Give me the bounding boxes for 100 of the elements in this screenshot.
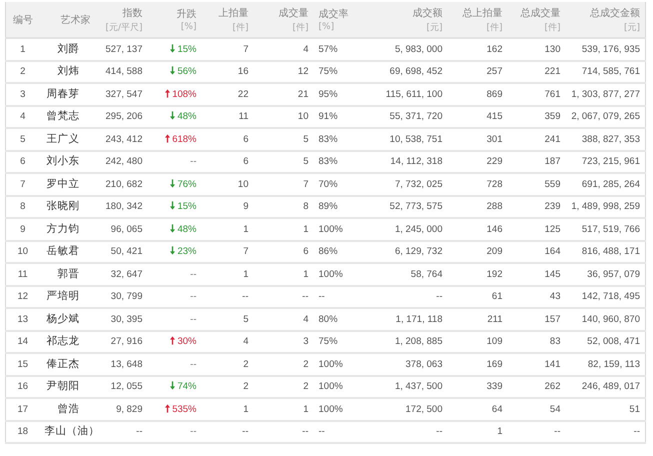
table-cell: 517, 519, 766 bbox=[582, 224, 640, 235]
table-cell: -- bbox=[436, 426, 442, 438]
table-cell: 246, 489, 017 bbox=[582, 381, 640, 392]
table-cell: 83% bbox=[318, 134, 338, 145]
table-cell: -- bbox=[302, 291, 308, 302]
table-cell: 30, 395 bbox=[110, 314, 142, 325]
table-cell: 2 bbox=[243, 381, 248, 392]
table-cell: -- bbox=[242, 291, 248, 302]
table-cell: 58, 764 bbox=[410, 268, 442, 280]
artist-name: 罗中立 bbox=[46, 178, 80, 190]
table-cell: 169 bbox=[486, 358, 502, 370]
table-cell: 192 bbox=[486, 268, 502, 280]
up-arrow-icon bbox=[165, 88, 170, 98]
table-cell: 9, 829 bbox=[116, 404, 142, 415]
table-cell: 1 bbox=[303, 224, 308, 235]
table-cell: 241 bbox=[544, 134, 560, 145]
table-cell: 1 bbox=[243, 268, 248, 280]
table-cell: 5 bbox=[20, 134, 26, 145]
table-cell: 714, 585, 761 bbox=[582, 66, 640, 78]
table-cell: 221 bbox=[544, 66, 560, 78]
change-value: 30% bbox=[170, 336, 196, 348]
table-cell: 1 bbox=[243, 404, 248, 415]
down-arrow-icon bbox=[170, 178, 176, 188]
column-header: 上拍量 [件] bbox=[202, 2, 254, 38]
change-value: -- bbox=[190, 291, 196, 302]
column-header: 成交率 [%] bbox=[314, 2, 368, 38]
change-value: -- bbox=[190, 358, 196, 370]
table-cell: 301 bbox=[486, 134, 502, 145]
table-cell: 162 bbox=[486, 44, 502, 55]
table-cell: 10 bbox=[17, 246, 28, 258]
table-cell: 1, 171, 118 bbox=[396, 314, 442, 325]
down-arrow-icon bbox=[170, 224, 176, 233]
artist-name: 刘小东 bbox=[46, 155, 80, 168]
change-value: 74% bbox=[170, 381, 196, 392]
down-arrow-icon bbox=[170, 111, 176, 120]
change-value: 618% bbox=[165, 134, 196, 145]
table-cell: 54 bbox=[550, 404, 560, 415]
table-cell: 4 bbox=[243, 336, 248, 348]
artist-name: 张晓刚 bbox=[46, 200, 80, 212]
table-cell: 16 bbox=[238, 66, 248, 78]
artist-name: 祁志龙 bbox=[46, 335, 80, 348]
table-cell: 6 bbox=[20, 156, 26, 168]
table-cell: 239 bbox=[544, 201, 560, 212]
table-cell: 142, 718, 495 bbox=[582, 291, 640, 302]
column-header: 指数 [元/平尺] bbox=[96, 2, 148, 38]
change-value: 56% bbox=[170, 66, 196, 78]
table-cell: 32, 647 bbox=[110, 268, 142, 280]
table-cell: 9 bbox=[20, 224, 26, 235]
table-cell: 80% bbox=[318, 314, 338, 325]
table-cell: 211 bbox=[487, 314, 502, 325]
change-value: 15% bbox=[170, 44, 196, 55]
table-cell: 243, 412 bbox=[106, 134, 142, 145]
artist-name: 王广义 bbox=[46, 132, 80, 145]
change-value: -- bbox=[190, 268, 196, 280]
artist-name: 曾浩 bbox=[58, 402, 80, 415]
table-cell: 57% bbox=[318, 44, 338, 55]
table-cell: 75% bbox=[318, 66, 338, 78]
table-cell: 83% bbox=[318, 156, 338, 168]
table-cell: 3 bbox=[303, 336, 308, 348]
table-cell: 761 bbox=[544, 88, 560, 100]
change-value: 76% bbox=[170, 178, 196, 190]
table-cell: 146 bbox=[486, 224, 502, 235]
table-cell: 12 bbox=[17, 291, 28, 302]
down-arrow-icon bbox=[170, 44, 176, 53]
column-header: 总上拍量 [件] bbox=[448, 2, 508, 38]
table-cell: 4 bbox=[303, 314, 308, 325]
table-cell: 21 bbox=[298, 88, 308, 100]
table-cell: 7 bbox=[303, 178, 308, 190]
column-header: 艺术家 bbox=[40, 2, 96, 38]
table-cell: -- bbox=[318, 291, 325, 302]
table-cell: 869 bbox=[486, 88, 502, 100]
table-cell: 210, 682 bbox=[106, 178, 142, 190]
artist-name: 刘爵 bbox=[58, 42, 80, 55]
table-cell: 89% bbox=[318, 201, 338, 212]
table-cell: -- bbox=[318, 426, 325, 438]
table-cell: 10 bbox=[298, 111, 308, 122]
table-cell: 6, 129, 732 bbox=[394, 246, 442, 258]
table-cell: 414, 588 bbox=[106, 66, 142, 78]
down-arrow-icon bbox=[170, 66, 176, 76]
artist-name: 杨少斌 bbox=[46, 312, 80, 325]
table-cell: 7, 732, 025 bbox=[394, 178, 442, 190]
table-cell: 1 bbox=[303, 268, 308, 280]
table-cell: 11 bbox=[238, 111, 248, 122]
table-cell: 1 bbox=[243, 224, 248, 235]
artist-name: 周春芽 bbox=[46, 88, 80, 100]
table-cell: 130 bbox=[544, 44, 560, 55]
change-value: -- bbox=[190, 426, 196, 438]
table-cell: 257 bbox=[486, 66, 502, 78]
table-cell: 16 bbox=[17, 381, 28, 392]
table-cell: 70% bbox=[318, 178, 338, 190]
table-cell: 96, 065 bbox=[110, 224, 142, 235]
table-cell: 2 bbox=[243, 358, 248, 370]
column-header: 成交额 [元] bbox=[368, 2, 448, 38]
table-cell: 2 bbox=[303, 381, 308, 392]
artist-name: 曾梵志 bbox=[46, 110, 80, 122]
table-cell: 187 bbox=[544, 156, 560, 168]
column-header: 成交量 [件] bbox=[254, 2, 314, 38]
table-cell: 100% bbox=[318, 404, 343, 415]
table-cell: 1, 437, 500 bbox=[394, 381, 442, 392]
table-cell: 4 bbox=[20, 111, 26, 122]
